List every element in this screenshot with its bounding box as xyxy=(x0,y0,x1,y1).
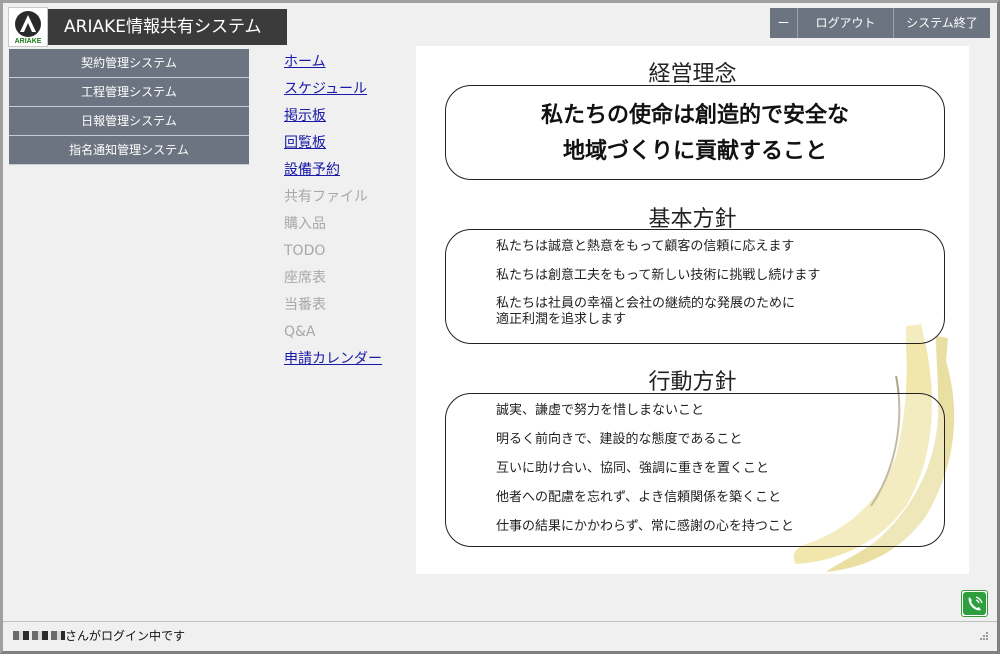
philosophy-line-1: 私たちの使命は創造的で安全な xyxy=(540,102,849,128)
nav-link-facility-booking[interactable]: 設備予約 xyxy=(284,160,382,187)
action-policy-line-2: 明るく前向きで、建設的な態度であること xyxy=(496,432,743,447)
system-menu-nomination[interactable]: 指名通知管理システム xyxy=(9,136,249,165)
minimize-button[interactable]: ー xyxy=(770,8,798,38)
nav-link-qa: Q&A xyxy=(284,324,316,340)
logo-text: ARIAKE xyxy=(14,38,42,45)
nav-link-purchases: 購入品 xyxy=(284,216,326,232)
action-policy-line-5: 仕事の結果にかかわらず、常に感謝の心を持つこと xyxy=(496,519,794,534)
ariake-logo: ARIAKE xyxy=(8,7,48,47)
system-menu-process[interactable]: 工程管理システム xyxy=(9,78,249,107)
system-menu: 契約管理システム 工程管理システム 日報管理システム 指名通知管理システム xyxy=(9,49,249,165)
login-status-text: さんがログイン中です xyxy=(65,629,186,643)
resize-grip-icon[interactable] xyxy=(979,631,989,641)
nav-link-circular[interactable]: 回覧板 xyxy=(284,133,382,160)
content-panel: 経営理念 私たちの使命は創造的で安全な 地域づくりに貢献すること 基本方針 私た… xyxy=(416,46,969,574)
nav-link-bulletin-board[interactable]: 掲示板 xyxy=(284,106,382,133)
phone-button[interactable] xyxy=(961,590,988,617)
action-policy-line-4: 他者への配慮を忘れず、よき信頼関係を築くこと xyxy=(496,490,782,505)
philosophy-title: 経営理念 xyxy=(648,62,737,87)
action-policy-box: 誠実、謙虚で努力を惜しまないこと 明るく前向きで、建設的な態度であること 互いに… xyxy=(445,393,945,547)
basic-policy-box: 私たちは誠意と熱意をもって顧客の信頼に応えます 私たちは創意工夫をもって新しい技… xyxy=(445,229,945,344)
system-menu-daily-report[interactable]: 日報管理システム xyxy=(9,107,249,136)
masked-username xyxy=(13,631,65,640)
system-menu-contract[interactable]: 契約管理システム xyxy=(9,49,249,78)
basic-policy-line-2: 私たちは創意工夫をもって新しい技術に挑戦し続けます xyxy=(496,268,821,283)
action-policy-title: 行動方針 xyxy=(648,370,737,395)
basic-policy-line-3: 私たちは社員の幸福と会社の継続的な発展のために xyxy=(496,296,796,311)
app-title: ARIAKE情報共有システム xyxy=(48,9,287,45)
action-policy-line-1: 誠実、謙虚で努力を惜しまないこと xyxy=(496,403,705,418)
status-bar: さんがログイン中です xyxy=(3,621,997,649)
nav-links: ホーム スケジュール 掲示板 回覧板 設備予約 共有ファイル 購入品 TODO … xyxy=(284,52,382,376)
basic-policy-line-1: 私たちは誠意と熱意をもって顧客の信頼に応えます xyxy=(496,239,795,254)
philosophy-box: 私たちの使命は創造的で安全な 地域づくりに貢献すること xyxy=(445,85,945,180)
nav-link-duty-roster: 当番表 xyxy=(284,297,326,313)
nav-link-schedule[interactable]: スケジュール xyxy=(284,79,382,106)
nav-link-seating-chart: 座席表 xyxy=(284,270,326,286)
nav-link-request-calendar[interactable]: 申請カレンダー xyxy=(284,349,382,376)
logo-mark-icon xyxy=(15,11,41,37)
action-policy-line-3: 互いに助け合い、協同、強調に重きを置くこと xyxy=(496,461,770,476)
phone-icon xyxy=(963,592,986,615)
nav-link-home[interactable]: ホーム xyxy=(284,52,382,79)
window-controls: ー ログアウト システム終了 xyxy=(770,8,990,38)
basic-policy-line-4: 適正利潤を追求します xyxy=(496,312,627,327)
exit-system-button[interactable]: システム終了 xyxy=(894,8,990,38)
nav-link-shared-files: 共有ファイル xyxy=(284,189,368,205)
logout-button[interactable]: ログアウト xyxy=(798,8,894,38)
nav-link-todo: TODO xyxy=(284,243,326,259)
philosophy-line-2: 地域づくりに貢献すること xyxy=(562,138,827,164)
